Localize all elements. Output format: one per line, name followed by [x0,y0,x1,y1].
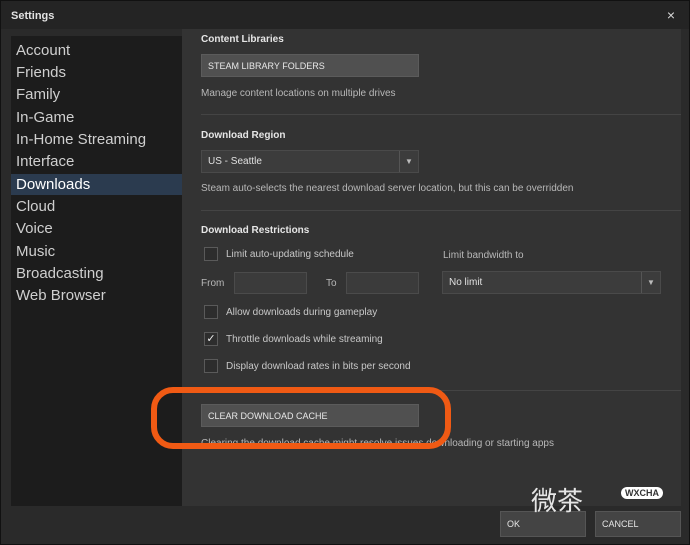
settings-window: Settings × Account Friends Family In-Gam… [0,0,690,545]
bandwidth-value: No limit [449,277,483,288]
sidebar-item-account[interactable]: Account [11,40,182,61]
watermark-badge: WXCHA [621,487,663,499]
sidebar-item-downloads[interactable]: Downloads [11,174,182,195]
to-label: To [326,278,337,289]
display-bits-label: Display download rates in bits per secon… [226,361,411,372]
download-region-description: Steam auto-selects the nearest download … [201,183,574,194]
throttle-streaming-label: Throttle downloads while streaming [226,334,383,345]
section-divider [201,210,681,211]
sidebar-item-family[interactable]: Family [11,84,182,105]
to-time-input[interactable] [346,272,419,294]
throttle-streaming-checkbox[interactable]: ✓ [204,332,218,346]
content-libraries-title: Content Libraries [201,34,284,45]
close-icon[interactable]: × [667,7,675,23]
limit-auto-update-checkbox[interactable] [204,247,218,261]
bandwidth-label: Limit bandwidth to [443,250,524,261]
chevron-down-icon: ▼ [399,151,418,172]
sidebar-item-web-browser[interactable]: Web Browser [11,285,182,306]
download-region-value: US - Seattle [208,156,262,167]
cancel-button[interactable]: CANCEL [595,511,681,537]
sidebar-item-friends[interactable]: Friends [11,62,182,83]
sidebar-item-interface[interactable]: Interface [11,151,182,172]
from-label: From [201,278,225,289]
highlight-annotation [151,387,451,449]
checkmark-icon: ✓ [206,333,216,345]
title-bar: Settings × [1,1,689,29]
limit-auto-update-label: Limit auto-updating schedule [226,249,354,260]
allow-during-gameplay-label: Allow downloads during gameplay [226,307,378,318]
sidebar-item-music[interactable]: Music [11,241,182,262]
steam-library-folders-button[interactable]: STEAM LIBRARY FOLDERS [201,54,419,77]
window-title: Settings [11,10,55,22]
sidebar-item-in-game[interactable]: In-Game [11,107,182,128]
from-time-input[interactable] [234,272,307,294]
download-region-title: Download Region [201,130,286,141]
bandwidth-select[interactable]: No limit ▼ [442,271,661,294]
chevron-down-icon: ▼ [641,272,660,293]
watermark-logo: 微茶 [531,487,584,517]
content-libraries-description: Manage content locations on multiple dri… [201,88,396,99]
display-bits-checkbox[interactable] [204,359,218,373]
sidebar-item-cloud[interactable]: Cloud [11,196,182,217]
sidebar-item-broadcasting[interactable]: Broadcasting [11,263,182,284]
allow-during-gameplay-checkbox[interactable] [204,305,218,319]
download-restrictions-title: Download Restrictions [201,225,310,236]
sidebar-item-voice[interactable]: Voice [11,218,182,239]
section-divider [201,114,681,115]
download-region-select[interactable]: US - Seattle ▼ [201,150,419,173]
sidebar-item-in-home-streaming[interactable]: In-Home Streaming [11,129,182,150]
